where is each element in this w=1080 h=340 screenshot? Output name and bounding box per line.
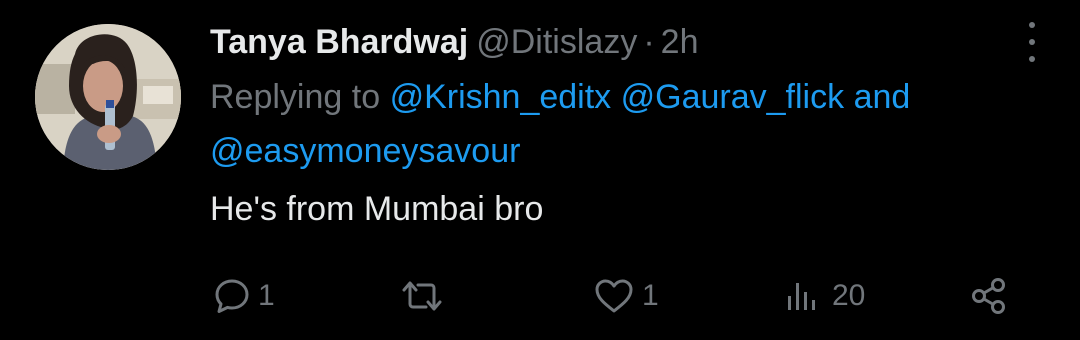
share-button[interactable]	[967, 276, 1011, 316]
reply-button[interactable]: 1	[212, 276, 275, 316]
more-icon-dot	[1029, 56, 1035, 62]
timestamp[interactable]: 2h	[661, 23, 699, 61]
views-count: 20	[832, 279, 866, 312]
share-icon	[972, 278, 1005, 314]
tweet-text: He's from Mumbai bro	[210, 190, 544, 228]
tweet-content: Tanya Bhardwaj @Ditislazy · 2h Replying to …	[210, 18, 1040, 234]
user-handle[interactable]: @Ditislazy	[476, 23, 637, 61]
replying-to-label: Replying to	[210, 78, 381, 116]
separator-dot: ·	[643, 23, 655, 61]
mention-link[interactable]: @Gaurav_flick	[621, 78, 844, 116]
replying-to: Replying to @Krishn_editx @Gaurav_flick …	[210, 70, 1040, 178]
retweet-button[interactable]	[398, 276, 452, 316]
views-button[interactable]: 20	[782, 276, 865, 316]
tweet[interactable]: Tanya Bhardwaj @Ditislazy · 2h Replying to …	[0, 0, 1080, 340]
mention-link[interactable]: @easymoneysavour	[210, 132, 520, 170]
tweet-actions: 1 1 20	[212, 276, 1012, 316]
views-icon	[788, 283, 815, 310]
more-options-button[interactable]	[1022, 22, 1042, 62]
mentions-joiner: and	[853, 78, 911, 116]
like-icon	[595, 279, 633, 313]
avatar[interactable]	[35, 24, 181, 170]
mention-link[interactable]: @Krishn_editx	[390, 78, 612, 116]
more-icon-dot	[1029, 39, 1035, 45]
avatar-image	[35, 24, 181, 170]
like-button[interactable]: 1	[592, 276, 659, 316]
tweet-header: Tanya Bhardwaj @Ditislazy · 2h	[210, 18, 1040, 66]
retweet-icon	[402, 281, 442, 311]
like-count: 1	[642, 279, 659, 312]
reply-icon	[215, 279, 249, 313]
display-name[interactable]: Tanya Bhardwaj	[210, 23, 468, 61]
more-icon	[1029, 22, 1035, 28]
reply-count: 1	[258, 279, 275, 312]
